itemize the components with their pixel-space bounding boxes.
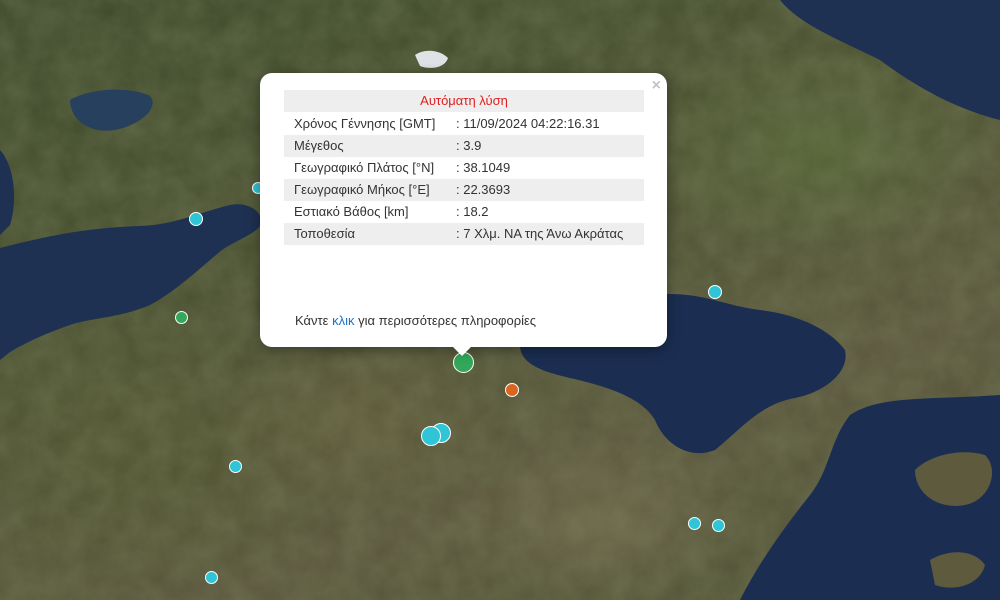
value-latitude: : 38.1049 xyxy=(456,160,511,175)
earthquake-marker[interactable] xyxy=(505,383,519,397)
value-origin-time: : 11/09/2024 04:22:16.31 xyxy=(456,116,600,131)
earthquake-marker[interactable] xyxy=(688,517,701,530)
earthquake-marker[interactable] xyxy=(229,460,242,473)
earthquake-marker[interactable] xyxy=(708,285,722,299)
row-location: Τοποθεσία : 7 Χλμ. ΝΑ της Άνω Ακράτας xyxy=(284,223,644,245)
more-suffix: για περισσότερες πληροφορίες xyxy=(354,313,537,328)
close-icon[interactable]: × xyxy=(652,77,661,95)
label-longitude: Γεωγραφικό Μήκος [°E] xyxy=(284,179,452,201)
label-magnitude: Μέγεθος xyxy=(284,135,452,157)
earthquake-marker[interactable] xyxy=(712,519,725,532)
earthquake-marker[interactable] xyxy=(205,571,218,584)
earthquake-marker[interactable] xyxy=(421,426,441,446)
row-latitude: Γεωγραφικό Πλάτος [°N] : 38.1049 xyxy=(284,157,644,179)
info-table: Χρόνος Γέννησης [GMT] : 11/09/2024 04:22… xyxy=(284,113,644,245)
row-magnitude: Μέγεθος : 3.9 xyxy=(284,135,644,157)
more-info-link[interactable]: κλικ xyxy=(332,313,354,328)
label-depth: Εστιακό Βάθος [km] xyxy=(294,204,409,219)
earthquake-info-popup: × Αυτόματη λύση Χρόνος Γέννησης [GMT] : … xyxy=(260,73,667,347)
earthquake-marker[interactable] xyxy=(189,212,203,226)
label-latitude: Γεωγραφικό Πλάτος [°N] xyxy=(294,160,435,175)
row-origin-time: Χρόνος Γέννησης [GMT] : 11/09/2024 04:22… xyxy=(284,113,644,135)
value-magnitude: : 3.9 xyxy=(452,135,644,157)
value-depth: : 18.2 xyxy=(456,204,489,219)
more-info-text: Κάντε κλικ για περισσότερες πληροφορίες xyxy=(295,313,536,328)
label-origin-time: Χρόνος Γέννησης [GMT] xyxy=(294,116,436,131)
value-location: : 7 Χλμ. ΝΑ της Άνω Ακράτας xyxy=(452,223,644,245)
popup-title: Αυτόματη λύση xyxy=(284,90,644,112)
row-longitude: Γεωγραφικό Μήκος [°E] : 22.3693 xyxy=(284,179,644,201)
value-longitude: : 22.3693 xyxy=(452,179,644,201)
earthquake-marker[interactable] xyxy=(175,311,188,324)
popup-tip xyxy=(452,346,472,356)
more-prefix: Κάντε xyxy=(295,313,333,328)
satellite-map[interactable]: × Αυτόματη λύση Χρόνος Γέννησης [GMT] : … xyxy=(0,0,1000,600)
row-depth: Εστιακό Βάθος [km] : 18.2 xyxy=(284,201,644,223)
label-location: Τοποθεσία xyxy=(284,223,452,245)
